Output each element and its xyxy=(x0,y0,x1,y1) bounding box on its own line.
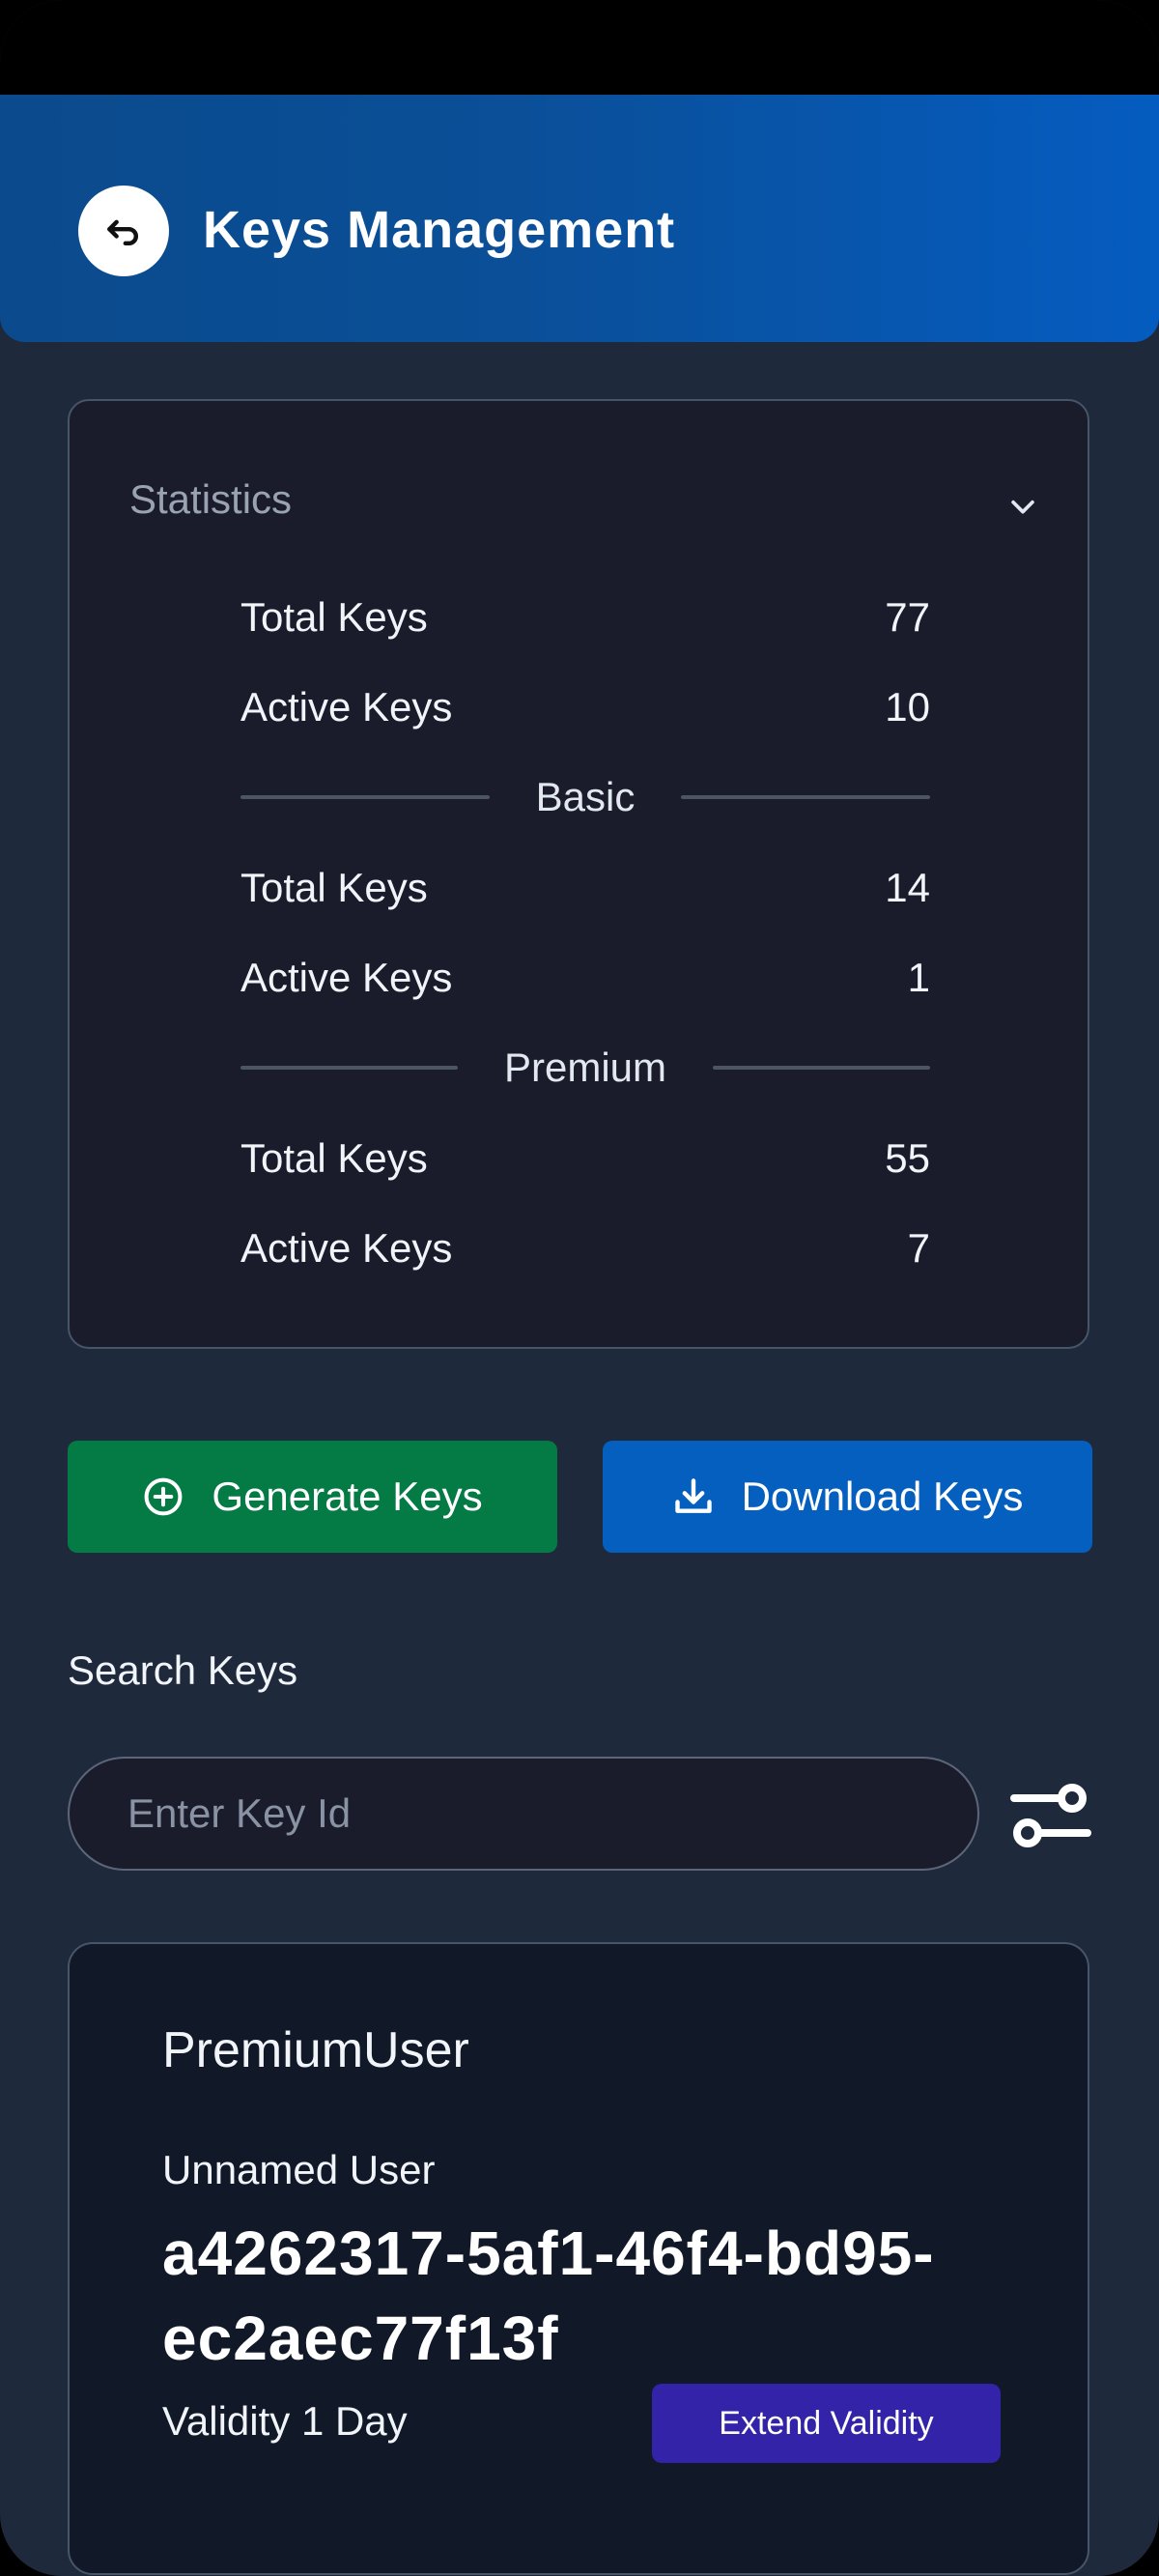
divider-line xyxy=(240,795,490,799)
page-title: Keys Management xyxy=(203,201,676,259)
key-id: a4262317-5af1-46f4-bd95-ec2aec77f13f xyxy=(162,2218,935,2373)
stat-value: 55 xyxy=(885,1135,930,1181)
statistics-title: Statistics xyxy=(129,476,293,522)
stat-row-total: Total Keys 77 xyxy=(240,588,930,646)
stat-label: Active Keys xyxy=(240,684,453,730)
stat-row-active: Active Keys 10 xyxy=(240,678,930,736)
back-button[interactable] xyxy=(78,186,169,276)
key-type: PremiumUser xyxy=(162,2022,469,2078)
stat-value: 77 xyxy=(885,594,930,640)
stat-row-premium-total: Total Keys 55 xyxy=(240,1130,930,1188)
stat-label: Active Keys xyxy=(240,955,453,1000)
stat-label: Total Keys xyxy=(240,594,428,640)
stat-value: 10 xyxy=(885,684,930,730)
key-card: PremiumUser Unnamed User a4262317-5af1-4… xyxy=(68,1942,1089,2575)
section-divider-premium: Premium xyxy=(240,1039,930,1097)
stat-label: Active Keys xyxy=(240,1225,453,1271)
generate-keys-label: Generate Keys xyxy=(212,1474,483,1519)
stat-label: Total Keys xyxy=(240,1135,428,1181)
back-arrow-icon xyxy=(107,219,138,246)
stat-row-basic-total: Total Keys 14 xyxy=(240,859,930,917)
stat-value: 14 xyxy=(885,865,930,910)
stat-value: 1 xyxy=(907,955,930,1000)
stat-row-premium-active: Active Keys 7 xyxy=(240,1219,930,1277)
chevron-down-icon xyxy=(1011,500,1034,514)
plus-circle-icon xyxy=(144,1477,183,1516)
download-keys-button[interactable]: Download Keys xyxy=(603,1441,1092,1553)
status-bar xyxy=(0,0,1159,95)
search-label: Search Keys xyxy=(68,1647,298,1693)
app-header: Keys Management xyxy=(0,95,1159,342)
stat-row-basic-active: Active Keys 1 xyxy=(240,949,930,1007)
section-label-basic: Basic xyxy=(535,774,636,819)
divider-line xyxy=(713,1066,930,1070)
app-screen: Keys Management Statistics Total Keys 77… xyxy=(0,0,1159,2576)
section-divider-basic: Basic xyxy=(240,768,931,826)
statistics-toggle[interactable]: Statistics xyxy=(70,401,1088,610)
filter-button[interactable] xyxy=(1006,1773,1095,1858)
section-label-premium: Premium xyxy=(503,1045,667,1090)
key-user-name: Unnamed User xyxy=(162,2147,436,2192)
generate-keys-button[interactable]: Generate Keys xyxy=(68,1441,557,1553)
download-icon xyxy=(674,1478,712,1513)
key-validity: Validity 1 Day xyxy=(162,2398,408,2444)
download-keys-label: Download Keys xyxy=(741,1474,1024,1519)
search-input[interactable] xyxy=(68,1757,979,1871)
divider-line xyxy=(240,1066,458,1070)
stat-value: 7 xyxy=(907,1225,930,1271)
filter-icon xyxy=(1010,1784,1091,1847)
stat-label: Total Keys xyxy=(240,865,428,910)
divider-line xyxy=(681,795,931,799)
statistics-panel: Statistics Total Keys 77 Active Keys 10 … xyxy=(68,399,1089,1349)
extend-validity-button[interactable]: Extend Validity xyxy=(652,2384,1001,2463)
